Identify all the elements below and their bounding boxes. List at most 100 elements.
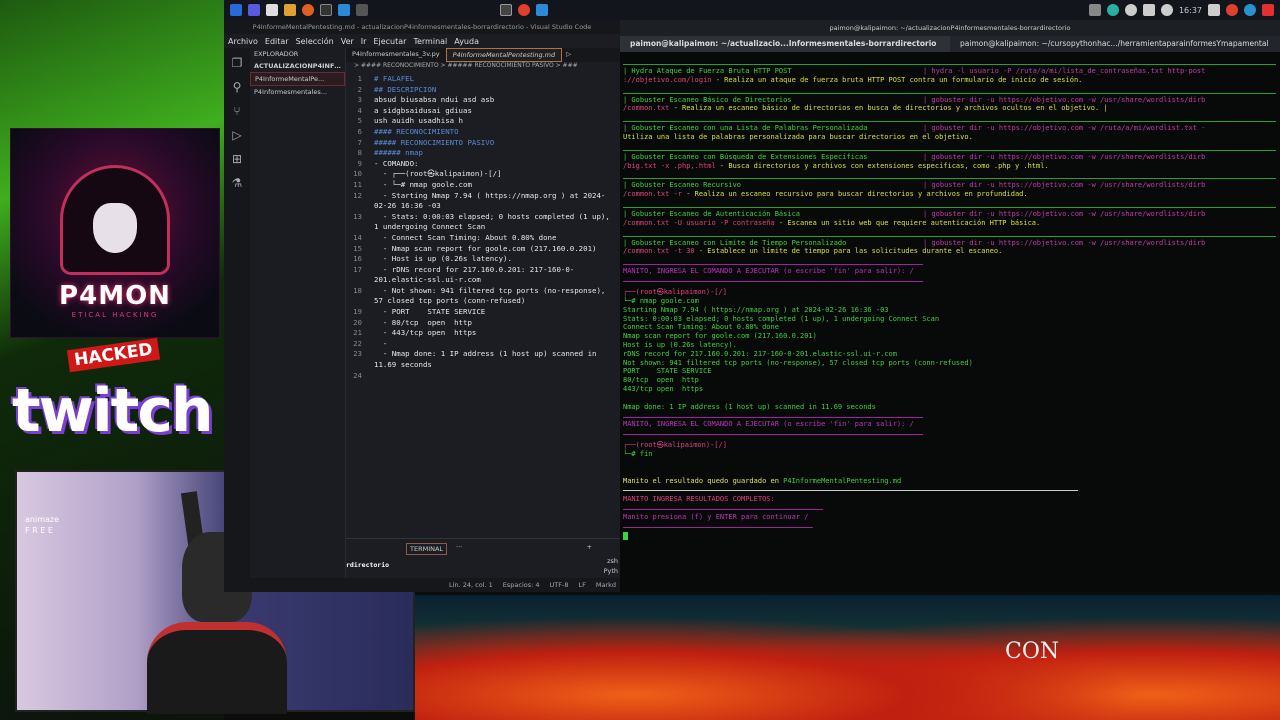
firefox-icon[interactable] xyxy=(302,4,314,16)
terminal-tab[interactable]: paimon@kalipaimon: ~/cursopythonhac.../h… xyxy=(950,36,1280,52)
close-icon[interactable] xyxy=(1262,4,1274,16)
line-text: - Host is up (0.26s latency). xyxy=(374,254,512,264)
menu-seleccion[interactable]: Selección xyxy=(296,37,334,46)
folder-icon[interactable] xyxy=(284,4,296,16)
saved-file: P4InformeMentalPentesting.md xyxy=(783,476,902,485)
line-number: 1 xyxy=(357,74,362,83)
testing-icon[interactable]: ⚗ xyxy=(232,176,243,190)
tab-py-file[interactable]: P4Informesmentales_3v.py xyxy=(346,48,446,62)
terminal-text[interactable]: rdirectorio xyxy=(346,561,389,569)
command-description: - Escanea un sitio web que requiere aute… xyxy=(774,218,1041,227)
line-number: 10 xyxy=(353,169,362,179)
source-control-icon[interactable]: ⑂ xyxy=(233,104,240,118)
files-icon[interactable] xyxy=(266,4,278,16)
screen-icon[interactable] xyxy=(1088,4,1101,16)
terminal-tab[interactable]: paimon@kalipaimon: ~/actualizacio...Info… xyxy=(620,36,950,52)
paimon-logo: P4MON ETICAL HACKING xyxy=(10,128,220,338)
menu-archivo[interactable]: Archivo xyxy=(228,37,258,46)
menu-ir[interactable]: Ir xyxy=(361,37,367,46)
encoding[interactable]: UTF-8 xyxy=(550,581,569,589)
vscode-icon[interactable] xyxy=(338,4,350,16)
nmap-output-line xyxy=(623,394,1276,403)
terminal-task-icon[interactable] xyxy=(500,4,512,16)
menu-ver[interactable]: Ver xyxy=(341,37,354,46)
breadcrumb[interactable]: > #### RECONOCIMIENTO > ##### RECONOCIMI… xyxy=(346,62,620,72)
nmap-output-line: 443/tcp open https xyxy=(623,384,704,393)
command-args: /common.txt -t 30 xyxy=(623,247,695,256)
command-text: | gobuster dir -u https://objetivo.com -… xyxy=(923,124,1206,133)
nmap-output-line: PORT STATE SERVICE xyxy=(623,367,712,376)
chrome-icon[interactable] xyxy=(518,4,530,16)
menu-ejecutar[interactable]: Ejecutar xyxy=(373,37,406,46)
menu-terminal[interactable]: Terminal xyxy=(413,37,447,46)
vscode-task-icon[interactable] xyxy=(536,4,548,16)
power-icon[interactable] xyxy=(1160,4,1173,16)
shell-zsh[interactable]: zsh xyxy=(607,557,618,565)
line-number: 9 xyxy=(357,158,362,168)
file-item[interactable]: P4Informesmentales... xyxy=(250,86,345,98)
more-icon[interactable]: ··· xyxy=(456,543,462,551)
terminal-output[interactable]: | Hydra Ataque de Fuerza Bruta HTTP POST… xyxy=(623,64,1276,540)
app-tray-icon[interactable] xyxy=(1244,4,1256,16)
nmap-output-line: Nmap done: 1 IP address (1 host up) scan… xyxy=(623,402,876,411)
folder-item[interactable]: ACTUALIZACIONP4INFOR... xyxy=(250,60,345,72)
line-number: 3 xyxy=(357,95,362,105)
vscode-window: P4InformeMentalPentesting.md - actualiza… xyxy=(224,20,620,592)
terminal-tabs: paimon@kalipaimon: ~/actualizacio...Info… xyxy=(620,36,1280,52)
desktop-icon[interactable] xyxy=(248,4,260,16)
logo-text: P4MON xyxy=(59,281,171,311)
command-description: - Busca directorios y archivos con exten… xyxy=(715,161,1049,170)
add-terminal-icon[interactable]: + xyxy=(587,543,592,551)
menu-bar: Archivo Editar Selección Ver Ir Ejecutar… xyxy=(224,34,620,48)
saved-message: Manito el resultado quedo guardado en xyxy=(623,476,784,485)
terminal-window-icon[interactable] xyxy=(356,4,368,16)
command-name: | Hydra Ataque de Fuerza Bruta HTTP POST xyxy=(623,67,792,75)
run-icon[interactable]: ▷ xyxy=(562,48,575,62)
line-number: 22 xyxy=(353,338,362,348)
code-line: 5 ush auidh usadhisa h xyxy=(346,116,614,127)
command-args: /common.txt -U usuario -P contraseña xyxy=(623,218,775,227)
tab-terminal[interactable]: TERMINAL xyxy=(406,543,448,555)
terminal-title: paimon@kalipaimon: ~/actualizacionP4info… xyxy=(620,20,1280,36)
menu-ayuda[interactable]: Ayuda xyxy=(454,37,479,46)
run-debug-icon[interactable]: ▷ xyxy=(232,128,241,142)
chrome-tray-icon[interactable] xyxy=(1226,4,1238,16)
line-number: 12 xyxy=(353,190,362,200)
indentation[interactable]: Espacios: 4 xyxy=(503,581,540,589)
line-text: - 443/tcp open https xyxy=(374,328,477,338)
code-editor[interactable]: 1 # FALAFEL 2 ## DESCRIPCION 3 absud biusabsa… xyxy=(346,74,614,381)
command-args: /common.txt xyxy=(623,104,670,113)
lock-icon[interactable] xyxy=(1208,4,1220,16)
code-line: 20 - 80/tcp open http xyxy=(346,318,614,329)
file-item[interactable]: P4InformeMentalPe... xyxy=(250,72,345,86)
command-text: | hydra -l usuario -P /ruta/a/mi/lista_d… xyxy=(923,67,1206,75)
terminal-icon[interactable] xyxy=(320,4,332,16)
notifications-icon[interactable] xyxy=(1142,4,1155,16)
shell-python[interactable]: Pyth xyxy=(604,567,618,575)
explorer-icon[interactable]: ❐ xyxy=(232,56,243,70)
line-number: 13 xyxy=(353,211,362,221)
code-line: 3 absud biusabsa ndui asd asb xyxy=(346,95,614,106)
command-table-row: | Gobuster Escaneo con Límite de Tiempo … xyxy=(623,235,1276,257)
code-line: 1 # FALAFEL xyxy=(346,74,614,85)
language-mode[interactable]: Markd xyxy=(596,581,616,589)
tab-md-file[interactable]: P4InformeMentalPentesting.md xyxy=(445,48,563,62)
menu-editar[interactable]: Editar xyxy=(265,37,289,46)
clock[interactable]: 16:37 xyxy=(1179,6,1202,15)
command-args: ://objetivo.com/login xyxy=(623,75,712,84)
command-text: | gobuster dir -u https://objetivo.com -… xyxy=(923,181,1206,190)
line-text: ##### RECONOCIMIENTO PASIVO xyxy=(374,137,495,147)
volume-icon[interactable] xyxy=(1124,4,1137,16)
command-args: /common.txt -r xyxy=(623,190,683,199)
cursor-position[interactable]: Lín. 24, col. 1 xyxy=(449,581,493,589)
search-icon[interactable]: ⚲ xyxy=(233,80,242,94)
extensions-icon[interactable]: ⊞ xyxy=(232,152,242,166)
kali-menu-icon[interactable] xyxy=(230,4,242,16)
line-number: 7 xyxy=(357,137,362,147)
network-icon[interactable] xyxy=(1106,4,1119,16)
command-table-row: | Gobuster Escaneo de Autenticación Bási… xyxy=(623,206,1276,228)
line-number: 5 xyxy=(357,116,362,126)
line-ending[interactable]: LF xyxy=(578,581,585,589)
command-text: | gobuster dir -u https://objetivo.com -… xyxy=(923,95,1206,104)
command-table-row: | Gobuster Escaneo Básico de Directorios… xyxy=(623,92,1276,114)
